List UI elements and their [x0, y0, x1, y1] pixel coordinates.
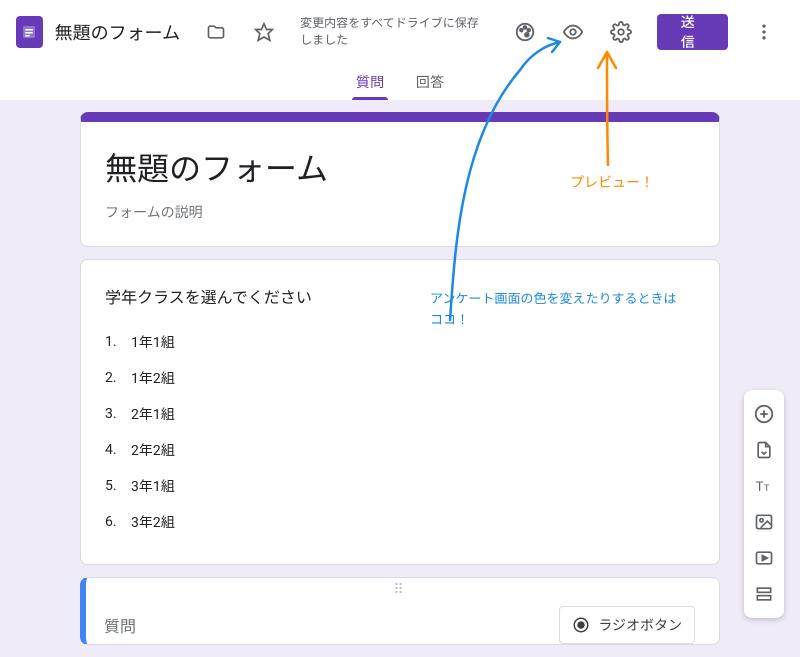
- question-type-dropdown[interactable]: ラジオボタン: [559, 606, 695, 644]
- form-header-card[interactable]: 無題のフォーム フォームの説明: [80, 112, 720, 247]
- list-item: 2.1年2組: [105, 360, 695, 396]
- floating-toolbar: TT: [744, 390, 784, 618]
- list-item: 4.2年2組: [105, 432, 695, 468]
- theme-icon[interactable]: [505, 12, 545, 52]
- forms-app-icon[interactable]: [16, 16, 43, 48]
- form-title[interactable]: 無題のフォーム: [105, 144, 695, 190]
- question-title: 学年クラスを選んでください: [105, 284, 695, 308]
- question-card[interactable]: 学年クラスを選んでください 1.1年1組2.1年2組3.2年1組4.2年2組5.…: [80, 259, 720, 565]
- add-video-button[interactable]: [744, 540, 784, 576]
- send-button[interactable]: 送信: [657, 14, 728, 50]
- preview-icon[interactable]: [553, 12, 593, 52]
- add-question-button[interactable]: [744, 396, 784, 432]
- radio-icon: [572, 616, 590, 634]
- question-type-label: ラジオボタン: [598, 615, 682, 635]
- form-description[interactable]: フォームの説明: [105, 202, 695, 222]
- list-item: 3.2年1組: [105, 396, 695, 432]
- drag-handle-icon[interactable]: ⠿: [104, 578, 695, 598]
- import-questions-button[interactable]: [744, 432, 784, 468]
- tab-bar: 質問 回答: [0, 64, 800, 100]
- add-section-button[interactable]: [744, 576, 784, 612]
- svg-text:T: T: [756, 480, 764, 495]
- star-icon[interactable]: [244, 12, 284, 52]
- question-input[interactable]: 質問: [104, 613, 136, 637]
- tab-responses[interactable]: 回答: [412, 64, 448, 100]
- form-canvas: 無題のフォーム フォームの説明 学年クラスを選んでください 1.1年1組2.1年…: [0, 100, 800, 657]
- list-item: 6.3年2組: [105, 504, 695, 540]
- settings-icon[interactable]: [601, 12, 641, 52]
- tab-questions[interactable]: 質問: [352, 64, 388, 100]
- more-menu-icon[interactable]: [744, 12, 784, 52]
- save-status-text: 変更内容をすべてドライブに保存しました: [300, 15, 489, 49]
- move-to-folder-icon[interactable]: [196, 12, 236, 52]
- list-item: 1.1年1組: [105, 324, 695, 360]
- editing-question-card[interactable]: ⠿ 質問 ラジオボタン: [80, 577, 720, 645]
- app-header: 無題のフォーム 変更内容をすべてドライブに保存しました 送信: [0, 0, 800, 64]
- add-image-button[interactable]: [744, 504, 784, 540]
- list-item: 5.3年1組: [105, 468, 695, 504]
- svg-text:T: T: [764, 484, 770, 494]
- add-title-button[interactable]: TT: [744, 468, 784, 504]
- document-title[interactable]: 無題のフォーム: [55, 19, 180, 45]
